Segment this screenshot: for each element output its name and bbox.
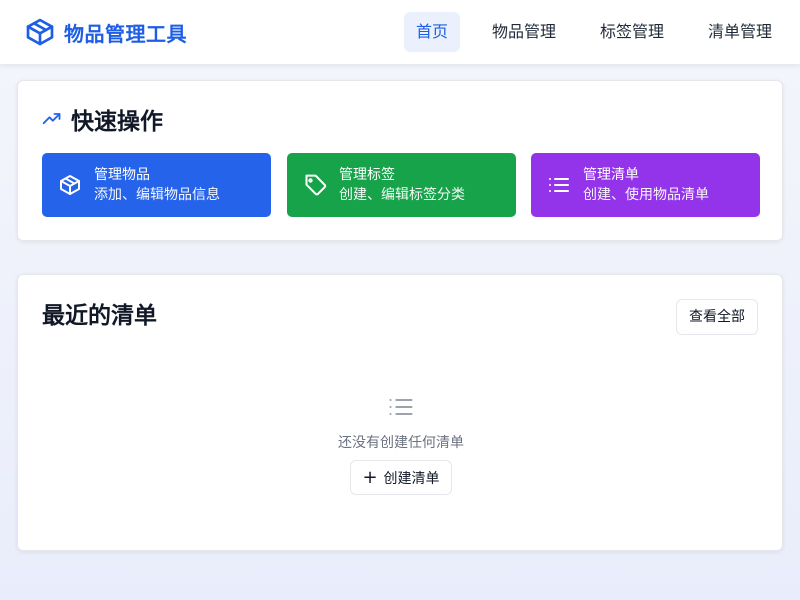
app-title: 物品管理工具: [64, 21, 187, 46]
quick-actions-title: 快速操作: [71, 109, 163, 135]
empty-state-text: 还没有创建任何清单: [338, 435, 464, 451]
view-all-button[interactable]: 查看全部: [676, 299, 758, 335]
package-icon: [58, 173, 82, 197]
tag-icon: [303, 173, 327, 197]
action-title: 管理清单: [583, 167, 639, 183]
quick-actions-card: 快速操作 管理物品 添加、编辑物品信息 管理标签 创建、编辑标签分类 管理清单 …: [17, 80, 783, 241]
list-icon: [387, 393, 415, 421]
quick-actions-heading: 快速操作: [42, 103, 163, 135]
action-description: 创建、使用物品清单: [583, 187, 709, 203]
recent-lists-title: 最近的清单: [42, 303, 157, 329]
nav-item-tags[interactable]: 标签管理: [588, 12, 676, 52]
nav-item-home[interactable]: 首页: [403, 12, 460, 52]
action-description: 添加、编辑物品信息: [94, 187, 220, 203]
create-list-label: 创建清单: [383, 470, 440, 487]
manage-tags-button[interactable]: 管理标签 创建、编辑标签分类: [287, 153, 516, 217]
manage-lists-button[interactable]: 管理清单 创建、使用物品清单: [531, 153, 760, 217]
action-description: 创建、编辑标签分类: [339, 187, 465, 203]
recent-lists-card: 最近的清单 查看全部 还没有创建任何清单 + 创建清单: [17, 274, 783, 551]
trending-up-icon: [42, 109, 62, 129]
manage-items-button[interactable]: 管理物品 添加、编辑物品信息: [42, 153, 271, 217]
recent-lists-heading: 最近的清单: [42, 297, 157, 329]
main-nav: 首页 物品管理 标签管理 清单管理: [403, 12, 784, 52]
brand[interactable]: 物品管理工具: [24, 15, 187, 49]
action-title: 管理标签: [339, 167, 395, 183]
package-icon: [24, 16, 56, 48]
plus-icon: +: [362, 466, 378, 488]
list-icon: [547, 173, 571, 197]
create-list-button[interactable]: + 创建清单: [350, 460, 452, 495]
top-navbar: 物品管理工具 首页 物品管理 标签管理 清单管理: [0, 0, 800, 64]
nav-item-lists[interactable]: 清单管理: [696, 12, 784, 52]
nav-item-items[interactable]: 物品管理: [480, 12, 568, 52]
action-title: 管理物品: [94, 167, 150, 183]
